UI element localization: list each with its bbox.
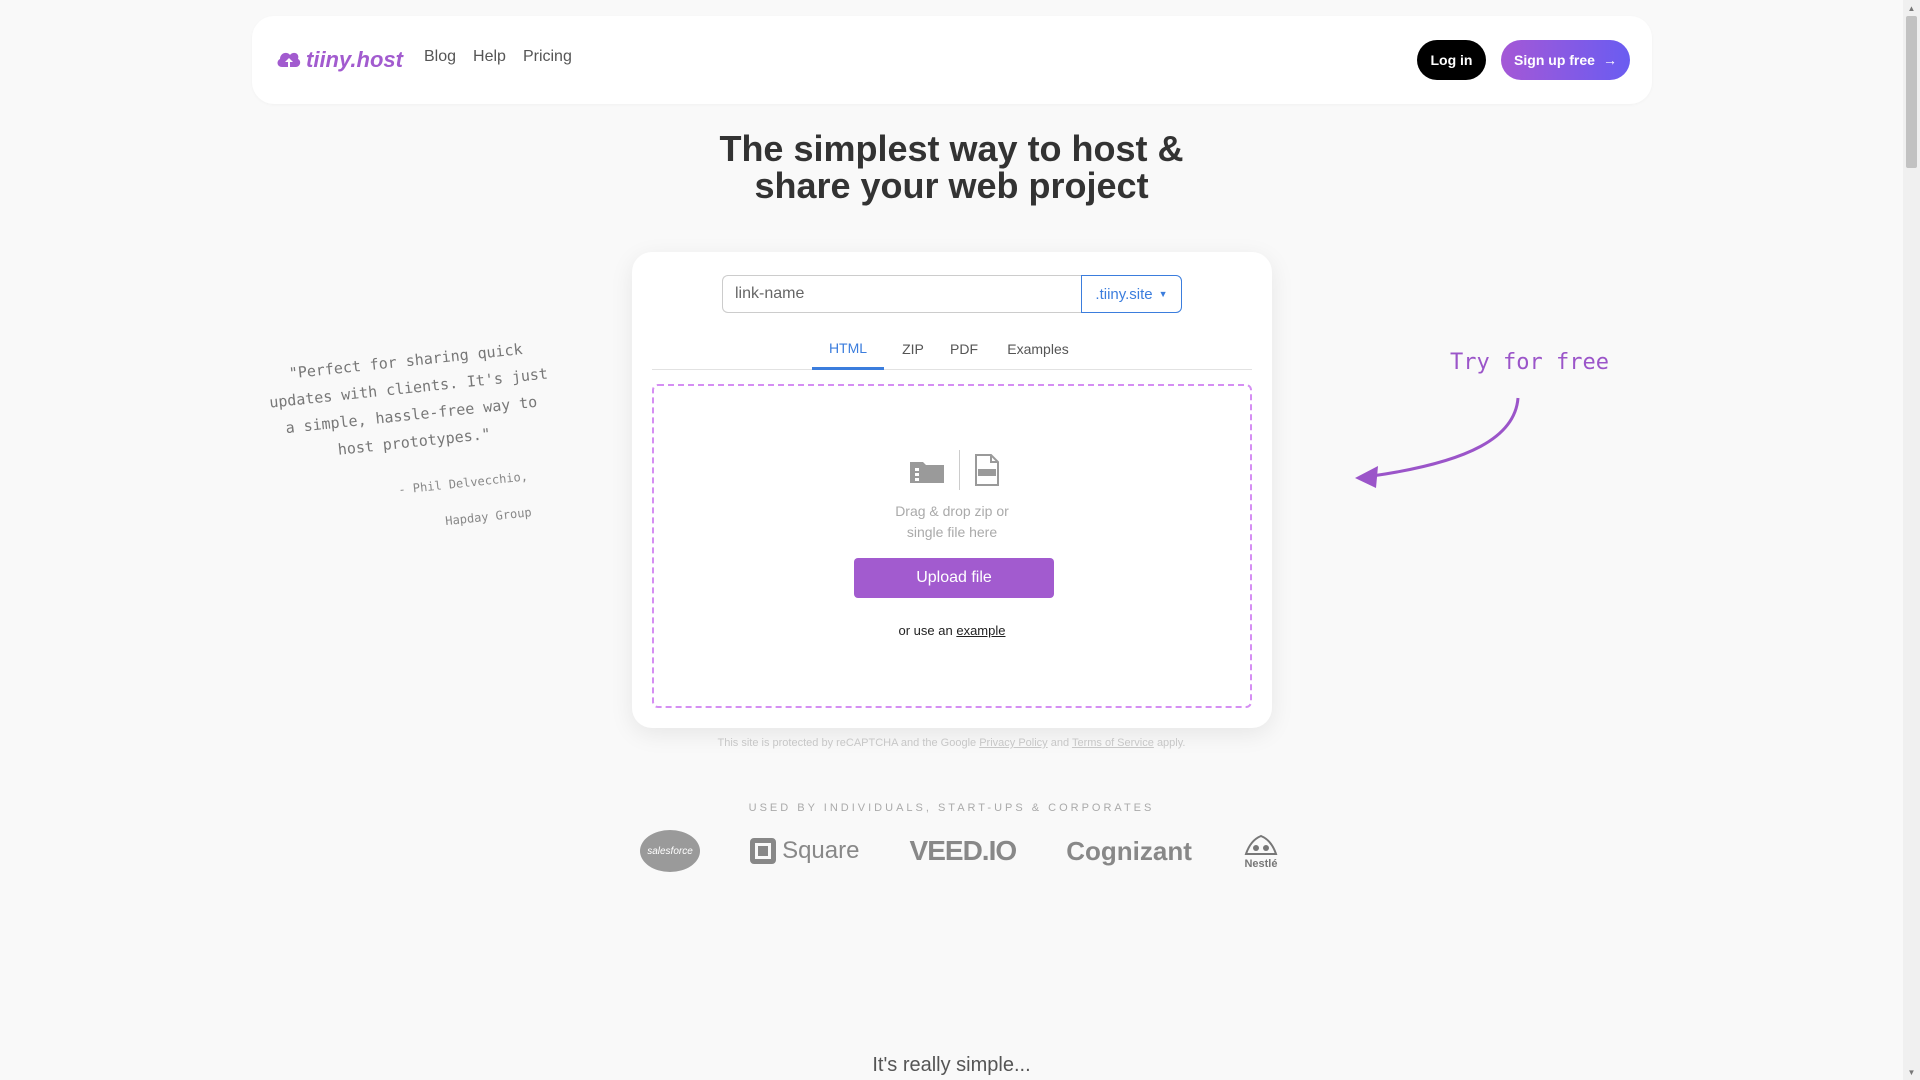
tab-pdf[interactable]: PDF xyxy=(942,328,986,370)
cloud-upload-icon xyxy=(277,52,301,68)
testimonial-author: - Phil Delvecchio, Hapday Group xyxy=(397,458,534,543)
domain-dropdown[interactable]: .tiiny.site ▼ xyxy=(1081,275,1182,313)
domain-value: .tiiny.site xyxy=(1095,285,1153,303)
upload-file-button[interactable]: Upload file xyxy=(854,558,1054,598)
tab-zip[interactable]: ZIP xyxy=(894,328,932,370)
dropzone-line1: Drag & drop zip or xyxy=(895,503,1009,519)
recaptcha-suffix: apply. xyxy=(1156,737,1186,749)
top-navbar: tiiny.host Blog Help Pricing Log in Sign… xyxy=(252,16,1652,104)
recaptcha-prefix: This site is protected by reCAPTCHA and … xyxy=(717,737,977,749)
salesforce-logo: salesforce xyxy=(640,830,700,872)
hero-title: The simplest way to host & share your we… xyxy=(560,130,1343,204)
nestle-wordmark: Nestlé xyxy=(1244,858,1278,870)
or-use-text: or use an xyxy=(898,623,953,638)
nav-pricing[interactable]: Pricing xyxy=(523,48,572,66)
upload-card: .tiiny.site ▼ HTML ZIP PDF Examples xyxy=(632,252,1272,728)
curved-arrow-icon xyxy=(1355,397,1520,488)
tab-html[interactable]: HTML xyxy=(812,328,884,370)
testimonial-quote: "Perfect for sharing quick updates with … xyxy=(268,340,549,459)
nav-blog[interactable]: Blog xyxy=(424,48,456,66)
testimonial-author-name: - Phil Delvecchio, xyxy=(397,469,529,497)
link-name-input[interactable] xyxy=(722,275,1081,313)
dropzone-instructions: Drag & drop zip or single file here xyxy=(654,501,1250,543)
used-by-heading: USED BY INDIVIDUALS, START-UPS & CORPORA… xyxy=(748,802,1155,814)
file-dropzone[interactable]: Drag & drop zip or single file here Uplo… xyxy=(652,384,1252,708)
cognizant-logo: Cognizant xyxy=(1066,835,1192,866)
arrow-right-icon: → xyxy=(1602,52,1617,68)
nestle-logo: Nestlé xyxy=(1242,832,1280,870)
dropzone-line2: single file here xyxy=(906,524,998,540)
html-file-icon xyxy=(974,454,999,486)
signup-label: Sign up free xyxy=(1514,52,1595,68)
privacy-policy-link[interactable]: Privacy Policy xyxy=(979,737,1047,749)
customer-logos: salesforce Square VEED.IO Cognizant Nest… xyxy=(640,826,1280,876)
square-mark-icon xyxy=(750,838,777,864)
nestle-nest-icon xyxy=(1244,834,1278,855)
signup-button[interactable]: Sign up free → xyxy=(1501,40,1630,80)
logo[interactable]: tiiny.host xyxy=(276,45,403,75)
scroll-up-icon[interactable]: ▲ xyxy=(1903,0,1920,16)
testimonial-author-company: Hapday Group xyxy=(444,505,533,529)
recaptcha-notice: This site is protected by reCAPTCHA and … xyxy=(560,737,1343,749)
nav-help[interactable]: Help xyxy=(473,48,506,66)
use-example-line: or use an example xyxy=(654,623,1250,638)
section-teaser: It's really simple... xyxy=(872,1054,1031,1076)
zip-folder-icon xyxy=(909,462,944,483)
scroll-down-icon[interactable]: ▼ xyxy=(1903,1064,1920,1080)
veed-logo: VEED.IO xyxy=(909,835,1018,866)
tab-examples[interactable]: Examples xyxy=(998,328,1078,370)
login-button[interactable]: Log in xyxy=(1417,40,1486,80)
hero-title-line1: The simplest way to host & xyxy=(719,128,1184,169)
example-link[interactable]: example xyxy=(956,623,1005,638)
nav-links: Blog Help Pricing xyxy=(424,48,572,66)
page: tiiny.host Blog Help Pricing Log in Sign… xyxy=(0,0,1920,1080)
square-logo: Square xyxy=(750,837,859,865)
caret-down-icon: ▼ xyxy=(1158,289,1168,299)
logo-text: tiiny.host xyxy=(306,47,403,72)
square-wordmark: Square xyxy=(782,837,860,864)
dropzone-icons xyxy=(901,450,1007,490)
vertical-scrollbar[interactable]: ▲ ▼ xyxy=(1903,0,1920,1080)
link-name-row: .tiiny.site ▼ xyxy=(722,275,1182,313)
icon-divider xyxy=(958,450,960,490)
terms-link[interactable]: Terms of Service xyxy=(1072,737,1154,749)
try-for-free-callout: Try for free xyxy=(1450,350,1609,375)
upload-type-tabs: HTML ZIP PDF Examples xyxy=(652,328,1252,370)
hero-title-line2: share your web project xyxy=(754,165,1149,206)
scrollbar-thumb[interactable] xyxy=(1906,16,1917,168)
recaptcha-and: and xyxy=(1050,737,1070,749)
